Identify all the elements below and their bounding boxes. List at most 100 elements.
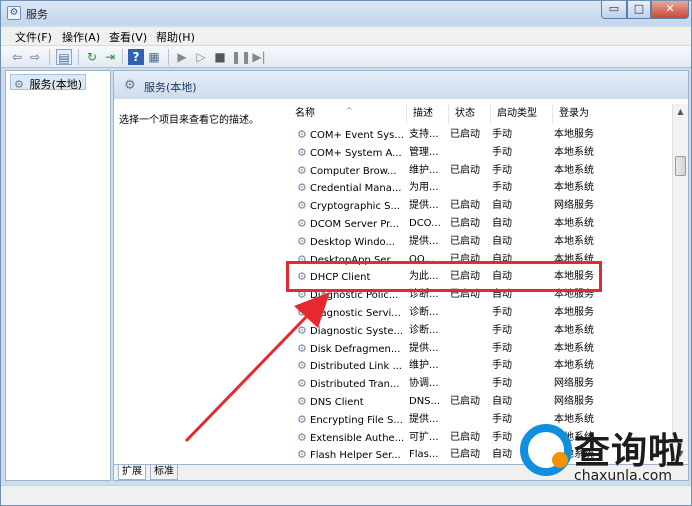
- service-name: ⚙ Flash Helper Ser...: [297, 446, 407, 461]
- menu-help[interactable]: 帮助(H): [156, 29, 195, 45]
- service-description: 提供...: [409, 200, 439, 212]
- start-service-alt-icon[interactable]: ▷: [193, 49, 209, 65]
- service-name-text: Credential Mana...: [310, 183, 402, 195]
- vertical-scrollbar[interactable]: ▲ ▼: [672, 104, 688, 461]
- service-description: 提供...: [409, 413, 439, 425]
- description-text: 选择一个项目来查看它的描述。: [119, 115, 259, 126]
- service-name: ⚙ DNS Client: [297, 393, 407, 411]
- close-button[interactable]: ✕: [651, 1, 689, 19]
- table-row[interactable]: ⚙ Diagnostic Servi... 诊断... 手动 本地服务: [289, 304, 673, 321]
- toolbar-divider: [49, 49, 50, 65]
- column-header-label: 名称: [295, 108, 315, 119]
- service-status: 已启动: [450, 431, 480, 443]
- console-tree-icon[interactable]: ▤: [56, 49, 72, 65]
- service-startup-type: 手动: [492, 324, 512, 336]
- service-description: 提供...: [409, 342, 439, 354]
- menu-action[interactable]: 操作(A): [62, 29, 100, 45]
- service-name-text: Diagnostic Syste...: [310, 325, 404, 337]
- pause-service-icon[interactable]: ❚❚: [231, 49, 251, 65]
- service-name: ⚙ DCOM Server Pr...: [297, 215, 407, 233]
- tree-item-services-local[interactable]: ⚙ 服务(本地): [10, 74, 87, 91]
- service-logon: 本地系统: [554, 164, 594, 176]
- service-description: 管理...: [409, 146, 439, 158]
- stop-service-icon[interactable]: ■: [212, 49, 228, 65]
- title-bar[interactable]: ⚙ 服务 ▭ □ ✕: [1, 1, 691, 25]
- table-row[interactable]: ⚙ COM+ System A... 管理... 手动 本地系统: [289, 144, 673, 161]
- service-name-text: Cryptographic S...: [310, 201, 401, 213]
- service-description: 维护...: [409, 360, 439, 372]
- service-name-text: COM+ Event Sys...: [310, 130, 404, 141]
- service-status: 已启动: [450, 129, 480, 140]
- table-row[interactable]: ⚙ Desktop Windo... 提供... 已启动 自动 本地系统: [289, 233, 673, 250]
- menu-file[interactable]: 文件(F): [15, 29, 52, 45]
- service-name-text: Flash Helper Ser...: [310, 450, 401, 461]
- table-row[interactable]: ⚙ Disk Defragmen... 提供... 手动 本地系统: [289, 340, 673, 357]
- start-service-icon[interactable]: ▶: [174, 49, 190, 65]
- column-header-status[interactable]: 状态: [449, 104, 491, 124]
- gear-icon: ⚙: [297, 395, 307, 408]
- scrollbar-thumb[interactable]: [675, 156, 686, 176]
- service-name-text: Disk Defragmen...: [310, 343, 401, 355]
- service-logon: 网络服务: [554, 200, 594, 212]
- column-header-startup-type[interactable]: 启动类型: [491, 104, 553, 124]
- watermark-brand: 查询啦: [574, 431, 686, 472]
- maximize-button[interactable]: □: [627, 1, 651, 19]
- gear-icon: ⚙: [297, 412, 307, 426]
- service-name-text: Distributed Tran...: [310, 379, 400, 391]
- back-icon[interactable]: ⇦: [9, 49, 25, 65]
- scroll-up-icon[interactable]: ▲: [673, 104, 688, 119]
- service-logon: 网络服务: [554, 396, 594, 407]
- export-list-icon[interactable]: ⇥: [102, 49, 118, 65]
- table-row[interactable]: ⚙ DNS Client DNS... 已启动 自动 网络服务: [289, 393, 673, 410]
- tab-extended[interactable]: 扩展: [118, 465, 146, 480]
- column-header-description[interactable]: 描述: [407, 104, 449, 124]
- gear-icon: ⚙: [297, 234, 307, 248]
- service-description: DCO...: [409, 218, 441, 229]
- forward-icon[interactable]: ⇨: [27, 49, 43, 65]
- service-startup-type: 手动: [492, 164, 512, 176]
- refresh-icon[interactable]: ↻: [84, 49, 100, 65]
- table-row[interactable]: ⚙ Cryptographic S... 提供... 已启动 自动 网络服务: [289, 197, 673, 214]
- table-row[interactable]: ⚙ DCOM Server Pr... DCO... 已启动 自动 本地系统: [289, 215, 673, 232]
- pane-title: 服务(本地): [144, 81, 197, 94]
- service-name-text: COM+ System A...: [310, 147, 402, 159]
- tab-standard[interactable]: 标准: [150, 465, 178, 480]
- properties-icon[interactable]: ▦: [146, 49, 162, 65]
- gear-icon: ⚙: [124, 78, 136, 93]
- column-header-name[interactable]: 名称 ^: [289, 104, 407, 124]
- table-row[interactable]: ⚙ Credential Mana... 为用... 手动 本地系统: [289, 179, 673, 196]
- restart-service-icon[interactable]: ▶|: [251, 49, 267, 65]
- service-logon: 本地系统: [554, 360, 594, 372]
- pane-header: ⚙ 服务(本地): [114, 71, 688, 99]
- service-description: 诊断...: [409, 307, 439, 318]
- gear-icon: ⚙: [14, 78, 24, 91]
- table-row[interactable]: ⚙ Computer Brow... 维护... 已启动 手动 本地系统: [289, 162, 673, 179]
- service-name-text: Computer Brow...: [310, 165, 397, 177]
- column-header-logon-as[interactable]: 登录为: [553, 104, 673, 124]
- gear-icon: ⚙: [297, 145, 307, 159]
- help-icon[interactable]: ?: [128, 49, 144, 65]
- menu-view[interactable]: 查看(V): [109, 29, 147, 45]
- table-row[interactable]: ⚙ Diagnostic Syste... 诊断... 手动 本地系统: [289, 322, 673, 339]
- minimize-button[interactable]: ▭: [601, 1, 627, 19]
- service-logon: 本地系统: [554, 146, 594, 158]
- service-status: 已启动: [450, 218, 480, 229]
- service-name-text: Desktop Windo...: [310, 236, 396, 248]
- service-startup-type: 自动: [492, 218, 512, 229]
- table-row[interactable]: ⚙ Distributed Tran... 协调... 手动 网络服务: [289, 375, 673, 392]
- gear-icon: ⚙: [297, 323, 307, 337]
- gear-icon: ⚙: [297, 217, 307, 230]
- gear-icon: ⚙: [297, 448, 307, 461]
- table-row[interactable]: ⚙ Distributed Link ... 维护... 手动 本地系统: [289, 357, 673, 374]
- service-name: ⚙ Desktop Windo...: [297, 233, 407, 251]
- console-tree: ⚙ 服务(本地): [5, 70, 111, 481]
- menu-bar: 文件(F) 操作(A) 查看(V) 帮助(H): [1, 27, 691, 45]
- service-description: 可扩...: [409, 431, 439, 443]
- highlight-box: [286, 261, 602, 292]
- table-row[interactable]: ⚙ COM+ Event Sys... 支持... 已启动 手动 本地服务: [289, 126, 673, 143]
- service-name-text: Encrypting File S...: [310, 414, 403, 426]
- gear-icon: ⚙: [297, 181, 307, 195]
- service-startup-type: 自动: [492, 200, 512, 212]
- services-app-icon: ⚙: [7, 6, 21, 20]
- service-name: ⚙ Credential Mana...: [297, 179, 407, 197]
